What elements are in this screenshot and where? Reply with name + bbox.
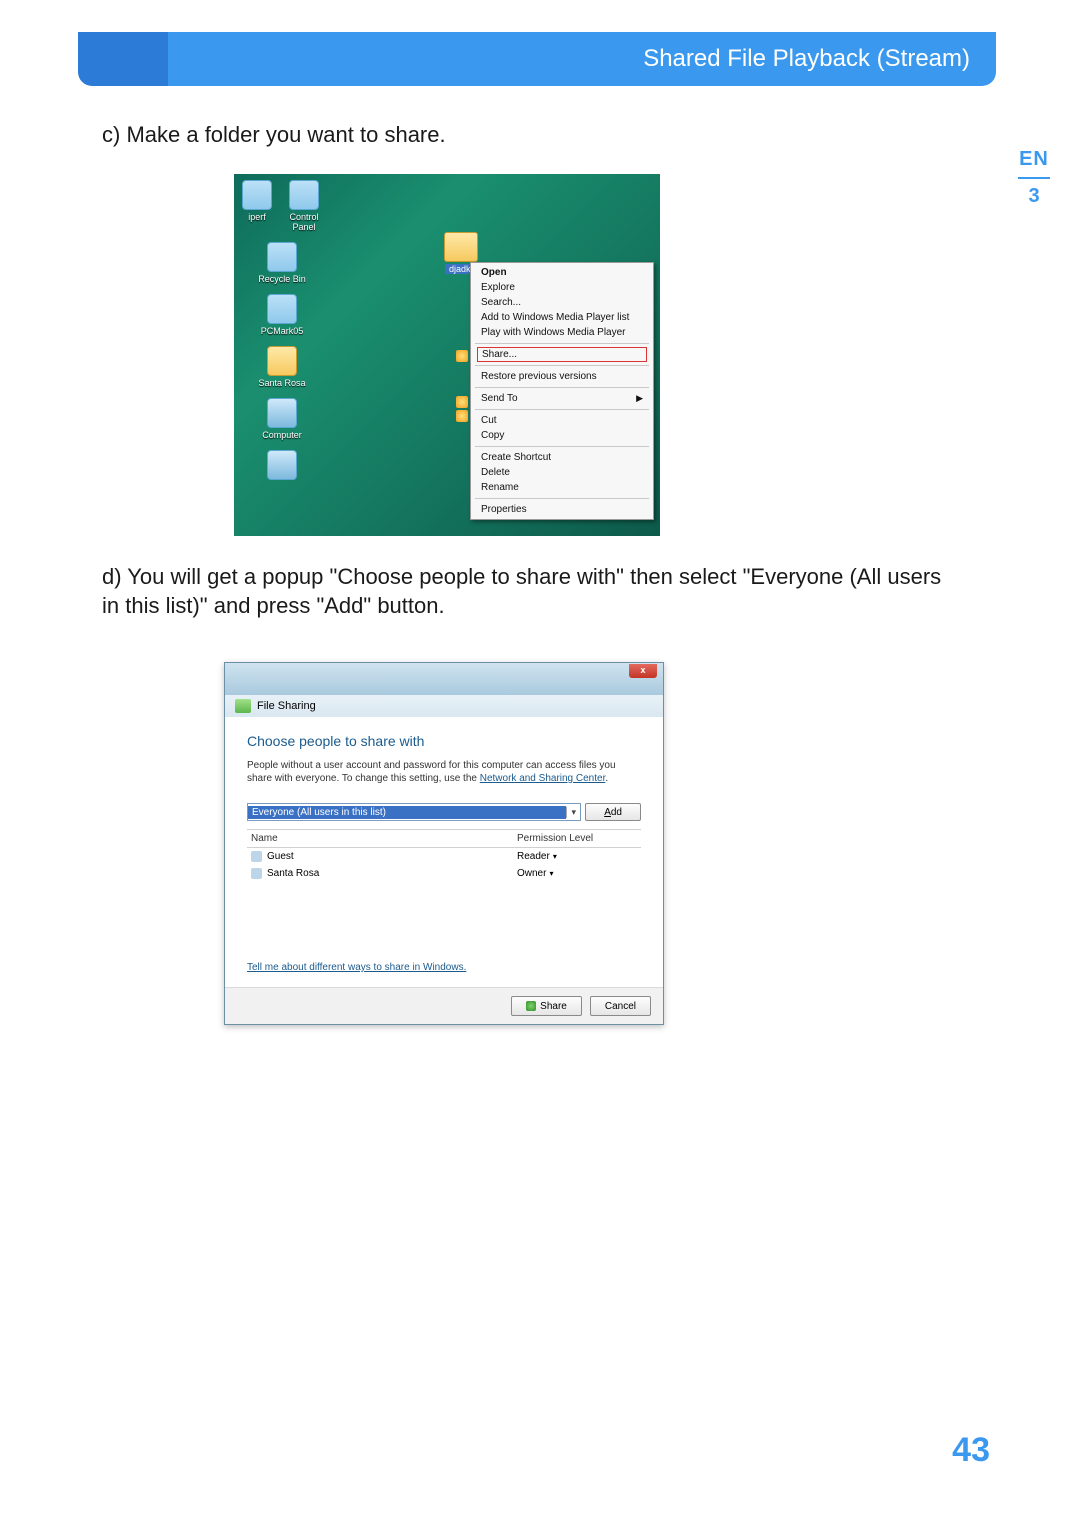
submenu-arrow-icon: ▶ [636,393,643,404]
desktop-icon[interactable]: PCMark05 [242,294,322,336]
cell-name: Guest [267,851,294,862]
desktop-icon[interactable]: iperf [242,180,272,232]
menu-separator [475,365,649,366]
folder-icon [444,232,478,262]
permissions-table: Name Permission Level Guest Reader▾ Sant… [247,829,641,952]
dialog-title: Choose people to share with [247,733,641,749]
menu-restore-versions[interactable]: Restore previous versions [471,369,653,384]
dialog-description: People without a user account and passwo… [247,759,641,785]
page-number: 43 [952,1431,990,1470]
col-name: Name [251,833,517,844]
menu-separator [475,387,649,388]
menu-send-to[interactable]: Send To ▶ [471,391,653,406]
menu-properties[interactable]: Properties [471,502,653,517]
desktop-icon[interactable]: Control Panel [286,180,322,232]
cell-perm: Owner [517,868,546,879]
chevron-down-icon[interactable]: ▾ [566,807,580,818]
sharing-icon [235,699,251,713]
step-d-text: d) You will get a popup "Choose people t… [102,563,950,620]
permission-dropdown[interactable]: Owner▾ [517,868,637,879]
lock-icon [456,396,468,408]
user-icon [251,868,262,879]
dialog-body: Choose people to share with People witho… [225,717,663,987]
menu-cut[interactable]: Cut [471,413,653,428]
icon-label: Computer [262,430,302,440]
chevron-down-icon: ▾ [553,852,557,861]
shield-icon [526,1001,536,1011]
file-icon [289,180,319,210]
menu-wmp-play[interactable]: Play with Windows Media Player [471,325,653,340]
menu-rename[interactable]: Rename [471,480,653,495]
menu-label: Send To [481,393,518,404]
menu-share[interactable]: Share... [477,347,647,362]
desktop-icon[interactable]: Recycle Bin [242,242,322,284]
desc-text: . [605,773,608,784]
divider [1018,177,1050,179]
network-icon [267,450,297,480]
user-icon [251,851,262,862]
shield-icon [456,350,468,362]
desktop-icon-column: iperf Control Panel Recycle Bin PCMark05… [242,180,322,490]
menu-open[interactable]: Open [471,265,653,280]
table-row[interactable]: Guest Reader▾ [247,848,641,865]
table-empty-area [247,882,641,952]
breadcrumb: File Sharing [225,695,663,717]
step-c-text: c) Make a folder you want to share. [102,122,446,148]
window-titlebar: x [225,663,663,695]
lock-icon [456,410,468,422]
dialog-footer: Share Cancel [225,987,663,1024]
screenshot-desktop: iperf Control Panel Recycle Bin PCMark05… [234,174,660,536]
network-sharing-center-link[interactable]: Network and Sharing Center [480,773,606,784]
desktop-icon[interactable]: Santa Rosa [242,346,322,388]
menu-separator [475,343,649,344]
menu-separator [475,409,649,410]
icon-label: iperf [248,212,266,222]
icon-label: PCMark05 [261,326,304,336]
menu-explore[interactable]: Explore [471,280,653,295]
context-menu: Open Explore Search... Add to Windows Me… [470,262,654,520]
permission-dropdown[interactable]: Reader▾ [517,851,637,862]
icon-label: Recycle Bin [258,274,306,284]
help-link[interactable]: Tell me about different ways to share in… [247,962,466,973]
cell-name: Santa Rosa [267,868,319,879]
menu-delete[interactable]: Delete [471,465,653,480]
combobox-selection: Everyone (All users in this list) [248,806,566,819]
app-icon [267,294,297,324]
col-permission: Permission Level [517,833,637,844]
header-title: Shared File Playback (Stream) [168,32,996,86]
user-combobox[interactable]: Everyone (All users in this list) ▾ [247,803,581,821]
screenshot-file-sharing-dialog: x File Sharing Choose people to share wi… [224,662,664,1025]
icon-label: Santa Rosa [258,378,305,388]
menu-separator [475,446,649,447]
computer-icon [267,398,297,428]
menu-search[interactable]: Search... [471,295,653,310]
table-header: Name Permission Level [247,830,641,848]
menu-create-shortcut[interactable]: Create Shortcut [471,450,653,465]
side-indicator: EN 3 [1018,148,1050,208]
desktop-icon[interactable] [242,450,322,480]
cancel-button[interactable]: Cancel [590,996,651,1016]
desktop-icon[interactable]: Computer [242,398,322,440]
menu-wmp-add[interactable]: Add to Windows Media Player list [471,310,653,325]
lang-code: EN [1018,148,1050,171]
file-icon [242,180,272,210]
menu-separator [475,498,649,499]
breadcrumb-label: File Sharing [257,700,316,712]
menu-copy[interactable]: Copy [471,428,653,443]
add-button[interactable]: AAdddd [585,803,641,821]
page-header: Shared File Playback (Stream) [78,32,996,86]
button-label: Share [540,1001,567,1012]
header-tab [78,32,168,86]
chevron-down-icon: ▾ [549,869,553,878]
window-close-button[interactable]: x [629,664,657,678]
folder-icon [267,346,297,376]
share-button[interactable]: Share [511,996,582,1016]
table-row[interactable]: Santa Rosa Owner▾ [247,865,641,882]
add-user-row: Everyone (All users in this list) ▾ AAdd… [247,803,641,821]
icon-label: Control Panel [286,212,322,232]
cell-perm: Reader [517,851,550,862]
recycle-bin-icon [267,242,297,272]
chapter-number: 3 [1018,185,1050,208]
